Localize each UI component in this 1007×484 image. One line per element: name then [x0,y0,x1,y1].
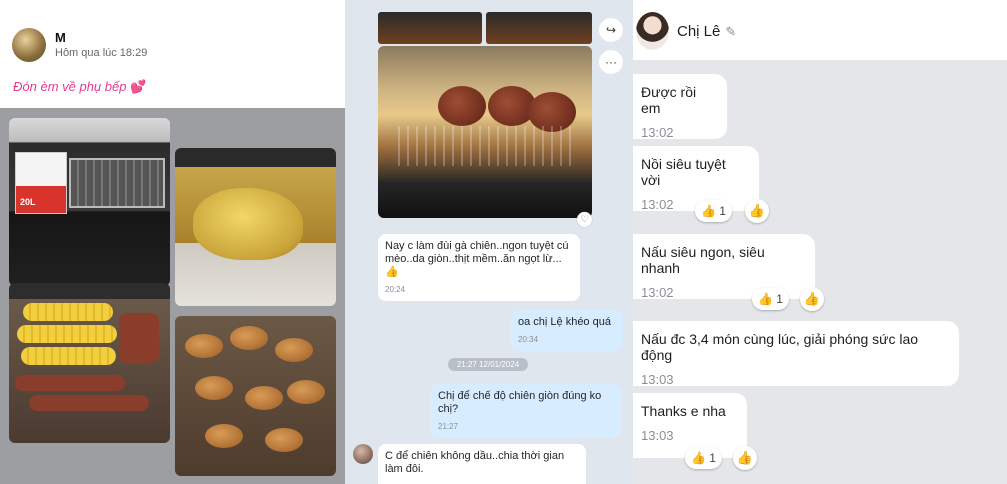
chat-header: Chị Lê ✎ [633,0,1007,60]
message-text: Nồi siêu tuyệt vời [641,156,726,188]
message-text: oa chị Lệ khéo quá [518,316,611,328]
oven-rack [398,126,572,166]
edit-icon[interactable]: ✎ [725,24,736,39]
message-text: Chị để chế độ chiên giòn đúng ko chị? [438,390,602,415]
photo-chicken-wings[interactable] [175,316,336,476]
reaction-number: 1 [709,451,716,465]
chat-message[interactable]: Nay c làm đùi gà chiên..ngon tuyệt cú mè… [378,234,580,301]
contact-name[interactable]: Chị Lê ✎ [677,23,736,40]
message-time: 21:27 [438,422,459,431]
contact-avatar[interactable] [636,12,669,50]
heart-emoji-icon: 💕 [130,79,147,94]
like-icon: 👍 [736,450,754,465]
contact-name-text: Chị Lê [677,23,721,40]
message-time: 13:03 [641,428,674,443]
wing-image [230,326,268,350]
corn-image [21,347,116,365]
message-time: 13:02 [641,125,674,140]
author-avatar[interactable] [12,28,46,62]
like-icon: 👍 [701,204,716,218]
corn-image [17,325,117,343]
message-text: C để chiên không dầu..chia thời gian làm… [385,450,565,475]
wing-image [205,424,243,448]
message-time: 20:24 [385,285,406,294]
chat-panel: ♡ ↪ ··· Nay c làm đùi gà chiên..ngon tuy… [345,0,633,484]
message-text: Nấu đc 3,4 món cùng lúc, giải phóng sức … [641,331,919,363]
wing-image [185,334,223,358]
product-label: 20L [20,197,36,207]
like-button[interactable]: 👍 [800,287,824,311]
wing-image [275,338,313,362]
wing-image [265,428,303,452]
photo-roast-chicken[interactable] [175,148,336,306]
image-strip [378,12,592,44]
reaction-number: 1 [719,204,726,218]
chicken-image [193,188,303,260]
potato-image [119,313,159,363]
like-icon: 👍 [803,291,821,306]
contact-chat-panel: Chị Lê ✎ Được rồi em 13:02 Nồi siêu tuyệt… [633,0,1007,484]
corn-image [23,303,113,321]
thumb-image[interactable] [378,12,482,44]
message-time: 13:03 [641,372,674,387]
wing-image [287,380,325,404]
meat-image [438,86,486,126]
message-bubble[interactable]: Nồi siêu tuyệt vời 13:02 [633,146,759,212]
product-box: 20L [15,152,67,214]
post-caption: Đón èm về phụ bếp 💕 [13,79,146,95]
like-icon: 👍 [748,203,766,218]
like-icon: 👍 [758,292,773,306]
date-chip: 21:27 12/01/2024 [448,358,528,371]
chat-message[interactable]: oa chị Lệ khéo quá 20:34 [511,310,623,351]
like-icon: 👍 [691,451,706,465]
message-text: Nấu siêu ngon, siêu nhanh [641,244,765,276]
oven-photo[interactable] [378,46,592,218]
reaction-count[interactable]: 👍 1 [685,447,722,469]
like-button[interactable]: 👍 [745,199,769,223]
message-text: Thanks e nha [641,403,726,419]
post-time[interactable]: Hôm qua lúc 18:29 [55,47,147,59]
reaction-number: 1 [776,292,783,306]
message-time: 20:34 [518,335,539,344]
potato-image [29,395,149,411]
sender-avatar[interactable] [353,444,373,464]
wing-image [195,376,233,400]
message-text: Được rồi em [641,84,697,116]
social-post: M Hôm qua lúc 18:29 Đón èm về phụ bếp 💕 … [0,0,345,484]
reaction-count[interactable]: 👍 1 [695,200,732,222]
message-bubble[interactable]: Nấu siêu ngon, siêu nhanh 13:02 [633,234,815,300]
author-name[interactable]: M [55,30,66,45]
photo-corn-potato[interactable] [9,283,170,443]
chat-message[interactable]: C để chiên không dầu..chia thời gian làm… [378,444,586,484]
photo-gallery: 20L [0,108,345,484]
potato-image [15,375,125,391]
heart-icon[interactable]: ♡ [577,212,592,227]
like-button[interactable]: 👍 [733,446,757,470]
reaction-count[interactable]: 👍 1 [752,288,789,310]
message-bubble[interactable]: Nấu đc 3,4 món cùng lúc, giải phóng sức … [633,321,959,387]
message-bubble[interactable]: Được rồi em 13:02 [633,74,727,140]
more-icon[interactable]: ··· [599,50,623,74]
wing-image [245,386,283,410]
message-text: Nay c làm đùi gà chiên..ngon tuyệt cú mè… [385,240,569,278]
caption-text: Đón èm về phụ bếp [13,79,127,94]
thumb-image[interactable] [486,12,592,44]
chat-message[interactable]: Chị để chế độ chiên giòn đúng ko chị? 21… [431,384,621,438]
oven-rack [69,158,165,208]
share-icon[interactable]: ↪ [599,18,623,42]
photo-oven-box[interactable]: 20L [9,118,170,286]
